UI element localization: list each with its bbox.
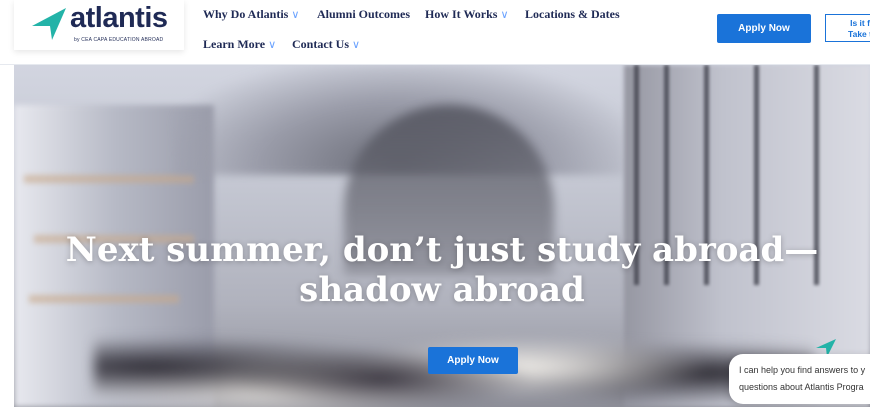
fit-button-line1: Is it f <box>850 18 870 28</box>
nav-label: Locations & Dates <box>525 7 620 21</box>
nav-label: Why Do Atlantis <box>203 7 289 21</box>
chat-widget-bubble[interactable]: I can help you find answers to y questio… <box>729 354 870 404</box>
site-header: atlantis by CEA CAPA EDUCATION ABROAD Wh… <box>0 0 870 65</box>
nav-alumni-outcomes[interactable]: Alumni Outcomes <box>317 7 410 22</box>
nav-label: Contact Us <box>292 37 349 51</box>
chevron-down-icon: ∨ <box>500 9 509 21</box>
hero-headline: Next summer, don’t just study abroad— sh… <box>14 230 870 310</box>
photo-shelf <box>24 175 194 183</box>
nav-label: How It Works <box>425 7 498 21</box>
chevron-down-icon: ∨ <box>291 9 300 21</box>
hero-apply-now-button[interactable]: Apply Now <box>428 347 518 374</box>
nav-why-do-atlantis[interactable]: Why Do Atlantis ∨ <box>203 7 299 22</box>
header-apply-now-button[interactable]: Apply Now <box>717 14 811 43</box>
logo-tagline: by CEA CAPA EDUCATION ABROAD <box>74 37 164 43</box>
logo-mark-icon <box>32 8 66 40</box>
nav-learn-more[interactable]: Learn More ∨ <box>203 37 276 52</box>
chevron-down-icon: ∨ <box>268 39 277 51</box>
atlantis-logo[interactable]: atlantis by CEA CAPA EDUCATION ABROAD <box>14 0 184 50</box>
nav-label: Learn More <box>203 37 266 51</box>
chat-message-line2: questions about Atlantis Progra <box>739 382 864 392</box>
nav-contact-us[interactable]: Contact Us ∨ <box>292 37 360 52</box>
nav-how-it-works[interactable]: How It Works ∨ <box>425 7 509 22</box>
hero-headline-line1: Next summer, don’t just study abroad— <box>65 230 819 270</box>
chat-message-line1: I can help you find answers to y <box>739 365 866 375</box>
chevron-down-icon: ∨ <box>352 39 361 51</box>
nav-locations-dates[interactable]: Locations & Dates <box>525 7 620 22</box>
nav-label: Alumni Outcomes <box>317 7 410 21</box>
hero-headline-line2: shadow abroad <box>299 270 585 310</box>
fit-button-line2: Take t <box>848 29 870 39</box>
is-it-for-me-button[interactable]: Is it f Take t <box>825 14 870 42</box>
logo-wordmark: atlantis <box>70 2 168 34</box>
